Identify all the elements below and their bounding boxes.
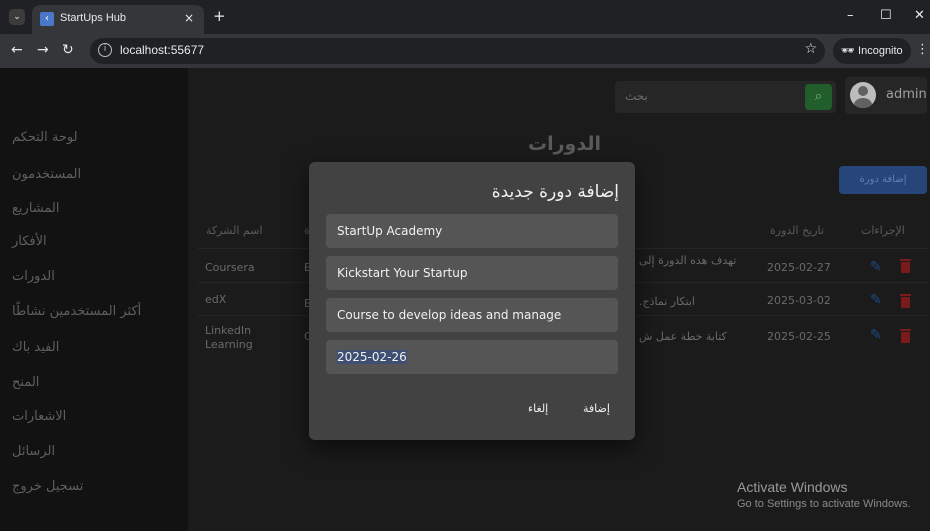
add-course-dialog: إضافة دورة جديدة StartUp Academy Kicksta… [309, 162, 635, 440]
url-text: localhost:55677 [120, 43, 205, 57]
search-icon: ⌕ [814, 89, 823, 104]
sidebar-item-grants[interactable]: المنح [0, 375, 188, 390]
edit-icon[interactable]: ✎ [870, 259, 882, 275]
sidebar-item-most-active[interactable]: أكثر المستخدمين نشاطًا [0, 304, 188, 319]
sidebar-item-feedback[interactable]: الفيد باك [0, 340, 188, 355]
incognito-label: Incognito [858, 45, 903, 57]
sidebar-item-projects[interactable]: المشاريع [0, 201, 188, 216]
tab-close-icon[interactable]: × [184, 11, 194, 25]
tab-search-chevron-icon[interactable]: ⌄ [9, 9, 25, 25]
course-date-field[interactable]: 2025-02-26 [326, 340, 618, 374]
cancel-button[interactable]: إلغاء [528, 402, 548, 415]
cell-company: Coursera [205, 261, 255, 274]
delete-icon[interactable] [900, 329, 911, 343]
bookmark-star-icon[interactable]: ☆ [804, 41, 817, 57]
company-name-field[interactable]: StartUp Academy [326, 214, 618, 248]
user-name: admin [886, 87, 927, 102]
cell-company: LinkedIn Learning [205, 324, 253, 351]
page-title: الدورات [528, 133, 601, 155]
back-arrow-icon[interactable]: ← [11, 42, 23, 58]
avatar [850, 82, 876, 108]
forward-arrow-icon[interactable]: → [37, 42, 49, 58]
cell-company: edX [205, 293, 227, 306]
sidebar-item-messages[interactable]: الرسائل [0, 444, 188, 459]
cell-description: كتابة خطة عمل ش [639, 330, 727, 343]
activate-windows-title: Activate Windows [737, 479, 848, 495]
dialog-title: إضافة دورة جديدة [491, 182, 619, 202]
browser-tab-bar: ⌄ ‹ StartUps Hub × + – ☐ ✕ [0, 0, 930, 34]
sidebar-item-notifications[interactable]: الاشعارات [0, 409, 188, 424]
user-menu[interactable]: admin [845, 77, 927, 114]
sidebar-item-courses[interactable]: الدورات [0, 269, 188, 284]
minimize-icon[interactable]: – [847, 8, 854, 23]
edit-icon[interactable]: ✎ [870, 292, 882, 308]
add-course-button[interactable]: إضافة دورة [839, 166, 927, 194]
activate-windows-subtitle: Go to Settings to activate Windows. [737, 498, 911, 510]
edit-icon[interactable]: ✎ [870, 327, 882, 343]
delete-icon[interactable] [900, 259, 911, 273]
search-box[interactable]: بحث ⌕ [615, 81, 836, 113]
browser-toolbar: ← → ↻ i localhost:55677 ☆ 🕶 Incognito ⋮ [0, 34, 930, 68]
site-favicon-icon: ‹ [40, 12, 54, 26]
th-date: تاريخ الدورة [770, 224, 824, 237]
cell-description: تهدف هذه الدورة إلى [639, 254, 737, 267]
delete-icon[interactable] [900, 294, 911, 308]
close-window-icon[interactable]: ✕ [914, 8, 925, 23]
search-button[interactable]: ⌕ [805, 84, 832, 110]
th-actions: الإجراءات [861, 224, 905, 237]
browser-tab[interactable]: ‹ StartUps Hub × [32, 5, 204, 34]
cell-date: 2025-03-02 [767, 294, 831, 307]
sidebar-item-users[interactable]: المستخدمون [0, 167, 188, 182]
cell-description: .ابتكار نماذج [639, 295, 695, 308]
browser-menu-icon[interactable]: ⋮ [916, 42, 929, 57]
incognito-badge[interactable]: 🕶 Incognito [833, 38, 911, 64]
cell-date: 2025-02-27 [767, 261, 831, 274]
new-tab-icon[interactable]: + [213, 7, 226, 25]
sidebar: لوحة التحكم المستخدمون المشاريع الأفكار … [0, 68, 188, 531]
reload-icon[interactable]: ↻ [62, 42, 74, 58]
cell-date: 2025-02-25 [767, 330, 831, 343]
tab-title: StartUps Hub [60, 12, 127, 24]
site-info-icon[interactable]: i [98, 43, 112, 57]
search-input[interactable]: بحث [625, 89, 648, 103]
incognito-icon: 🕶 [841, 45, 859, 57]
address-bar[interactable]: i localhost:55677 ☆ [90, 38, 825, 64]
course-date-value: 2025-02-26 [337, 350, 407, 364]
th-company: اسم الشركة [206, 224, 263, 237]
sidebar-item-logout[interactable]: تسجيل خروج [0, 479, 188, 494]
course-name-field[interactable]: Kickstart Your Startup [326, 256, 618, 290]
sidebar-item-dashboard[interactable]: لوحة التحكم [0, 130, 188, 145]
course-description-field[interactable]: Course to develop ideas and manage start… [326, 298, 618, 356]
sidebar-item-ideas[interactable]: الأفكار [0, 234, 188, 249]
maximize-icon[interactable]: ☐ [880, 8, 892, 23]
submit-button[interactable]: إضافة [583, 402, 610, 415]
